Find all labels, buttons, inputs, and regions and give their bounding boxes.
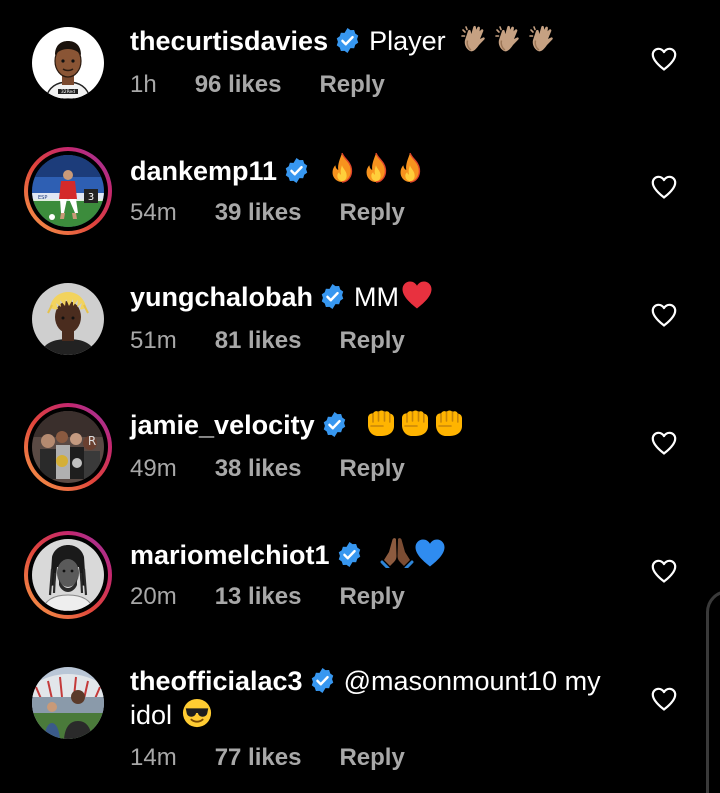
comment-text: Player — [369, 26, 446, 56]
comment-time: 54m — [130, 199, 177, 226]
comment-username[interactable]: jamie_velocity — [130, 410, 315, 440]
comment-username[interactable]: theofficialac3 — [130, 666, 303, 696]
comment-likes[interactable]: 81 likes — [215, 327, 302, 354]
fist-bump-emoji-icon — [365, 408, 465, 446]
avatar[interactable]: R — [24, 403, 112, 491]
like-heart-icon[interactable] — [651, 431, 677, 455]
verified-badge-icon — [283, 157, 310, 184]
verified-badge-icon — [321, 411, 348, 438]
red-heart-emoji-icon — [401, 280, 433, 318]
scroll-edge-indicator[interactable] — [706, 590, 720, 793]
svg-text:32Red: 32Red — [61, 89, 75, 95]
svg-text:R: R — [88, 434, 96, 448]
like-heart-icon[interactable] — [651, 559, 677, 583]
avatar[interactable]: ESP 3 — [24, 147, 112, 235]
verified-badge-icon — [309, 667, 336, 694]
comment-meta: 20m 13 likes Reply — [130, 582, 405, 612]
comment-time: 49m — [130, 455, 177, 482]
comment-likes[interactable]: 39 likes — [215, 199, 302, 226]
comment-line: dankemp11 — [130, 152, 650, 192]
like-heart-icon[interactable] — [651, 175, 677, 199]
comment-time: 20m — [130, 583, 177, 610]
comment-time: 51m — [130, 327, 177, 354]
avatar[interactable] — [24, 659, 112, 747]
like-heart-icon[interactable] — [651, 47, 677, 71]
sunglasses-face-emoji-icon — [182, 698, 212, 736]
comment-username[interactable]: thecurtisdavies — [130, 26, 328, 56]
comment-username[interactable]: dankemp11 — [130, 156, 277, 186]
comment-text: MM — [354, 282, 399, 312]
comment-likes[interactable]: 96 likes — [195, 71, 282, 98]
praying-hands-emoji-icon — [380, 536, 414, 576]
clap-hands-emoji-icon — [461, 24, 559, 62]
comment-line: mariomelchiot1 — [130, 536, 650, 576]
avatar-image: ESP 3 — [32, 155, 104, 227]
verified-badge-icon — [334, 27, 361, 54]
comment-likes[interactable]: 38 likes — [215, 455, 302, 482]
comment-meta: 51m 81 likes Reply — [130, 326, 405, 356]
comment-line: yungchalobah MM — [130, 280, 650, 318]
verified-badge-icon — [319, 283, 346, 310]
avatar-image — [32, 667, 104, 739]
svg-text:ESP: ESP — [38, 195, 47, 201]
like-heart-icon[interactable] — [651, 687, 677, 711]
comment-time: 14m — [130, 744, 177, 771]
avatar[interactable] — [24, 531, 112, 619]
avatar-image — [32, 283, 104, 355]
comment-meta: 49m 38 likes Reply — [130, 454, 405, 484]
comment-line: theofficialac3 @masonmount10 my idol — [130, 664, 650, 736]
reply-button[interactable]: Reply — [339, 583, 404, 610]
comment-line: jamie_velocity — [130, 408, 650, 446]
svg-text:3: 3 — [88, 192, 94, 203]
avatar[interactable] — [24, 275, 112, 363]
like-heart-icon[interactable] — [651, 303, 677, 327]
comment-meta: 1h 96 likes Reply — [130, 70, 385, 100]
reply-button[interactable]: Reply — [339, 327, 404, 354]
reply-button[interactable]: Reply — [319, 71, 384, 98]
comment-line: thecurtisdavies Player — [130, 24, 650, 62]
avatar-image: 32Red — [32, 27, 104, 99]
comment-likes[interactable]: 77 likes — [215, 744, 302, 771]
comment-likes[interactable]: 13 likes — [215, 583, 302, 610]
comment-meta: 54m 39 likes Reply — [130, 198, 405, 228]
avatar-image — [32, 539, 104, 611]
blue-heart-emoji-icon — [414, 538, 446, 576]
reply-button[interactable]: Reply — [339, 744, 404, 771]
fire-emoji-icon — [328, 152, 424, 192]
comment-time: 1h — [130, 71, 157, 98]
comment-meta: 14m 77 likes Reply — [130, 743, 405, 773]
verified-badge-icon — [336, 541, 363, 568]
avatar[interactable]: 32Red — [24, 19, 112, 107]
comment-username[interactable]: yungchalobah — [130, 282, 313, 312]
avatar-image: R — [32, 411, 104, 483]
reply-button[interactable]: Reply — [339, 199, 404, 226]
reply-button[interactable]: Reply — [339, 455, 404, 482]
comment-username[interactable]: mariomelchiot1 — [130, 540, 330, 570]
